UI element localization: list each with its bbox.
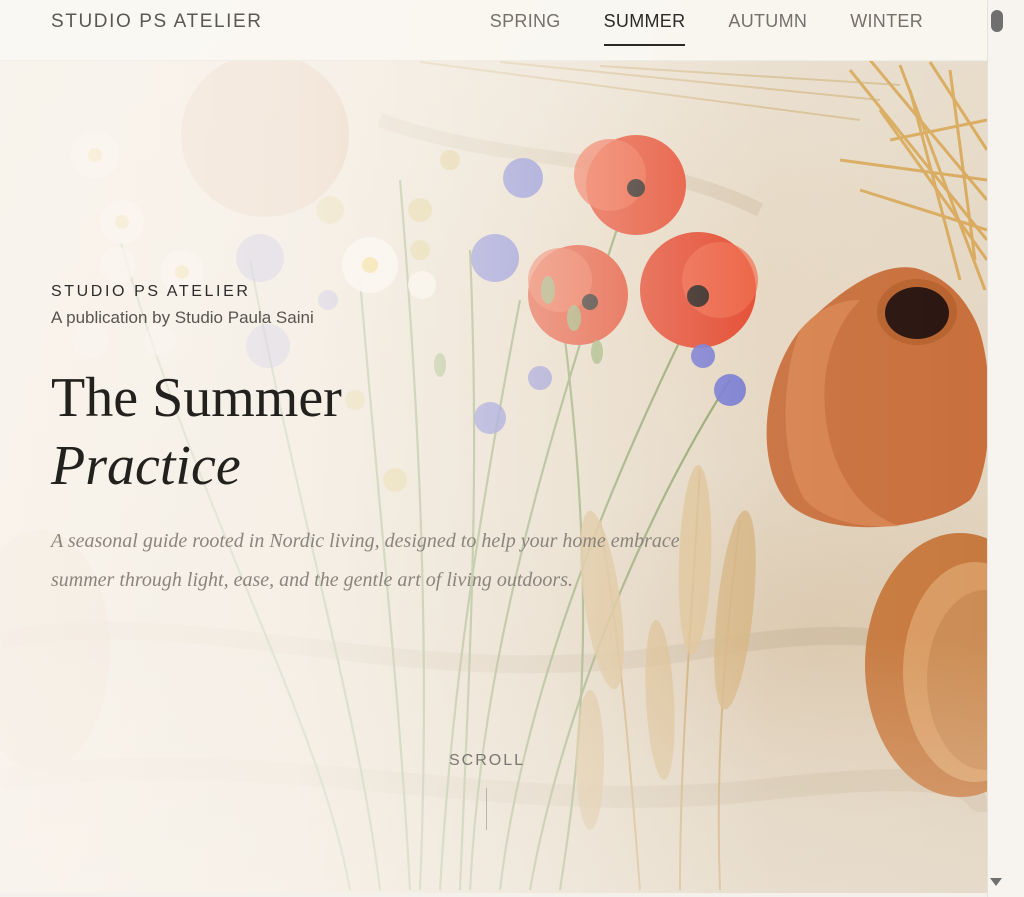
- terracotta-bowl: [865, 533, 987, 797]
- scroll-indicator-line: [486, 788, 487, 830]
- scroll-down-arrow-icon[interactable]: [990, 878, 1002, 886]
- site-header: STUDIO PS ATELIER SPRING SUMMER AUTUMN W…: [0, 0, 987, 61]
- terracotta-vase: [766, 267, 987, 528]
- bottom-strip: [0, 893, 987, 897]
- hero-lede: A seasonal guide rooted in Nordic living…: [51, 530, 680, 591]
- poppy-flowers: [528, 135, 758, 348]
- nav-item-spring[interactable]: SPRING: [490, 0, 561, 46]
- page-viewport: STUDIO PS ATELIER SPRING SUMMER AUTUMN W…: [0, 0, 987, 897]
- hero-title: The Summer Practice: [51, 364, 342, 500]
- scroll-cue[interactable]: SCROLL: [449, 752, 525, 770]
- nav-item-autumn[interactable]: AUTUMN: [728, 0, 807, 46]
- hero-title-line1: The Summer: [51, 367, 342, 429]
- hero-byline: A publication by Studio Paula Saini: [51, 308, 314, 327]
- season-nav: SPRING SUMMER AUTUMN WINTER: [447, 0, 923, 46]
- scrollbar-track[interactable]: [987, 0, 1024, 897]
- pot-top-left: [181, 53, 349, 217]
- hero-eyebrow: STUDIO PS ATELIER: [51, 283, 251, 300]
- straw-bundle: [839, 59, 987, 291]
- nav-item-winter[interactable]: WINTER: [850, 0, 923, 46]
- scrollbar-thumb[interactable]: [991, 10, 1003, 32]
- hero-title-line2: Practice: [51, 435, 241, 497]
- nav-item-summer[interactable]: SUMMER: [603, 0, 686, 46]
- brand-logo[interactable]: STUDIO PS ATELIER: [51, 11, 263, 33]
